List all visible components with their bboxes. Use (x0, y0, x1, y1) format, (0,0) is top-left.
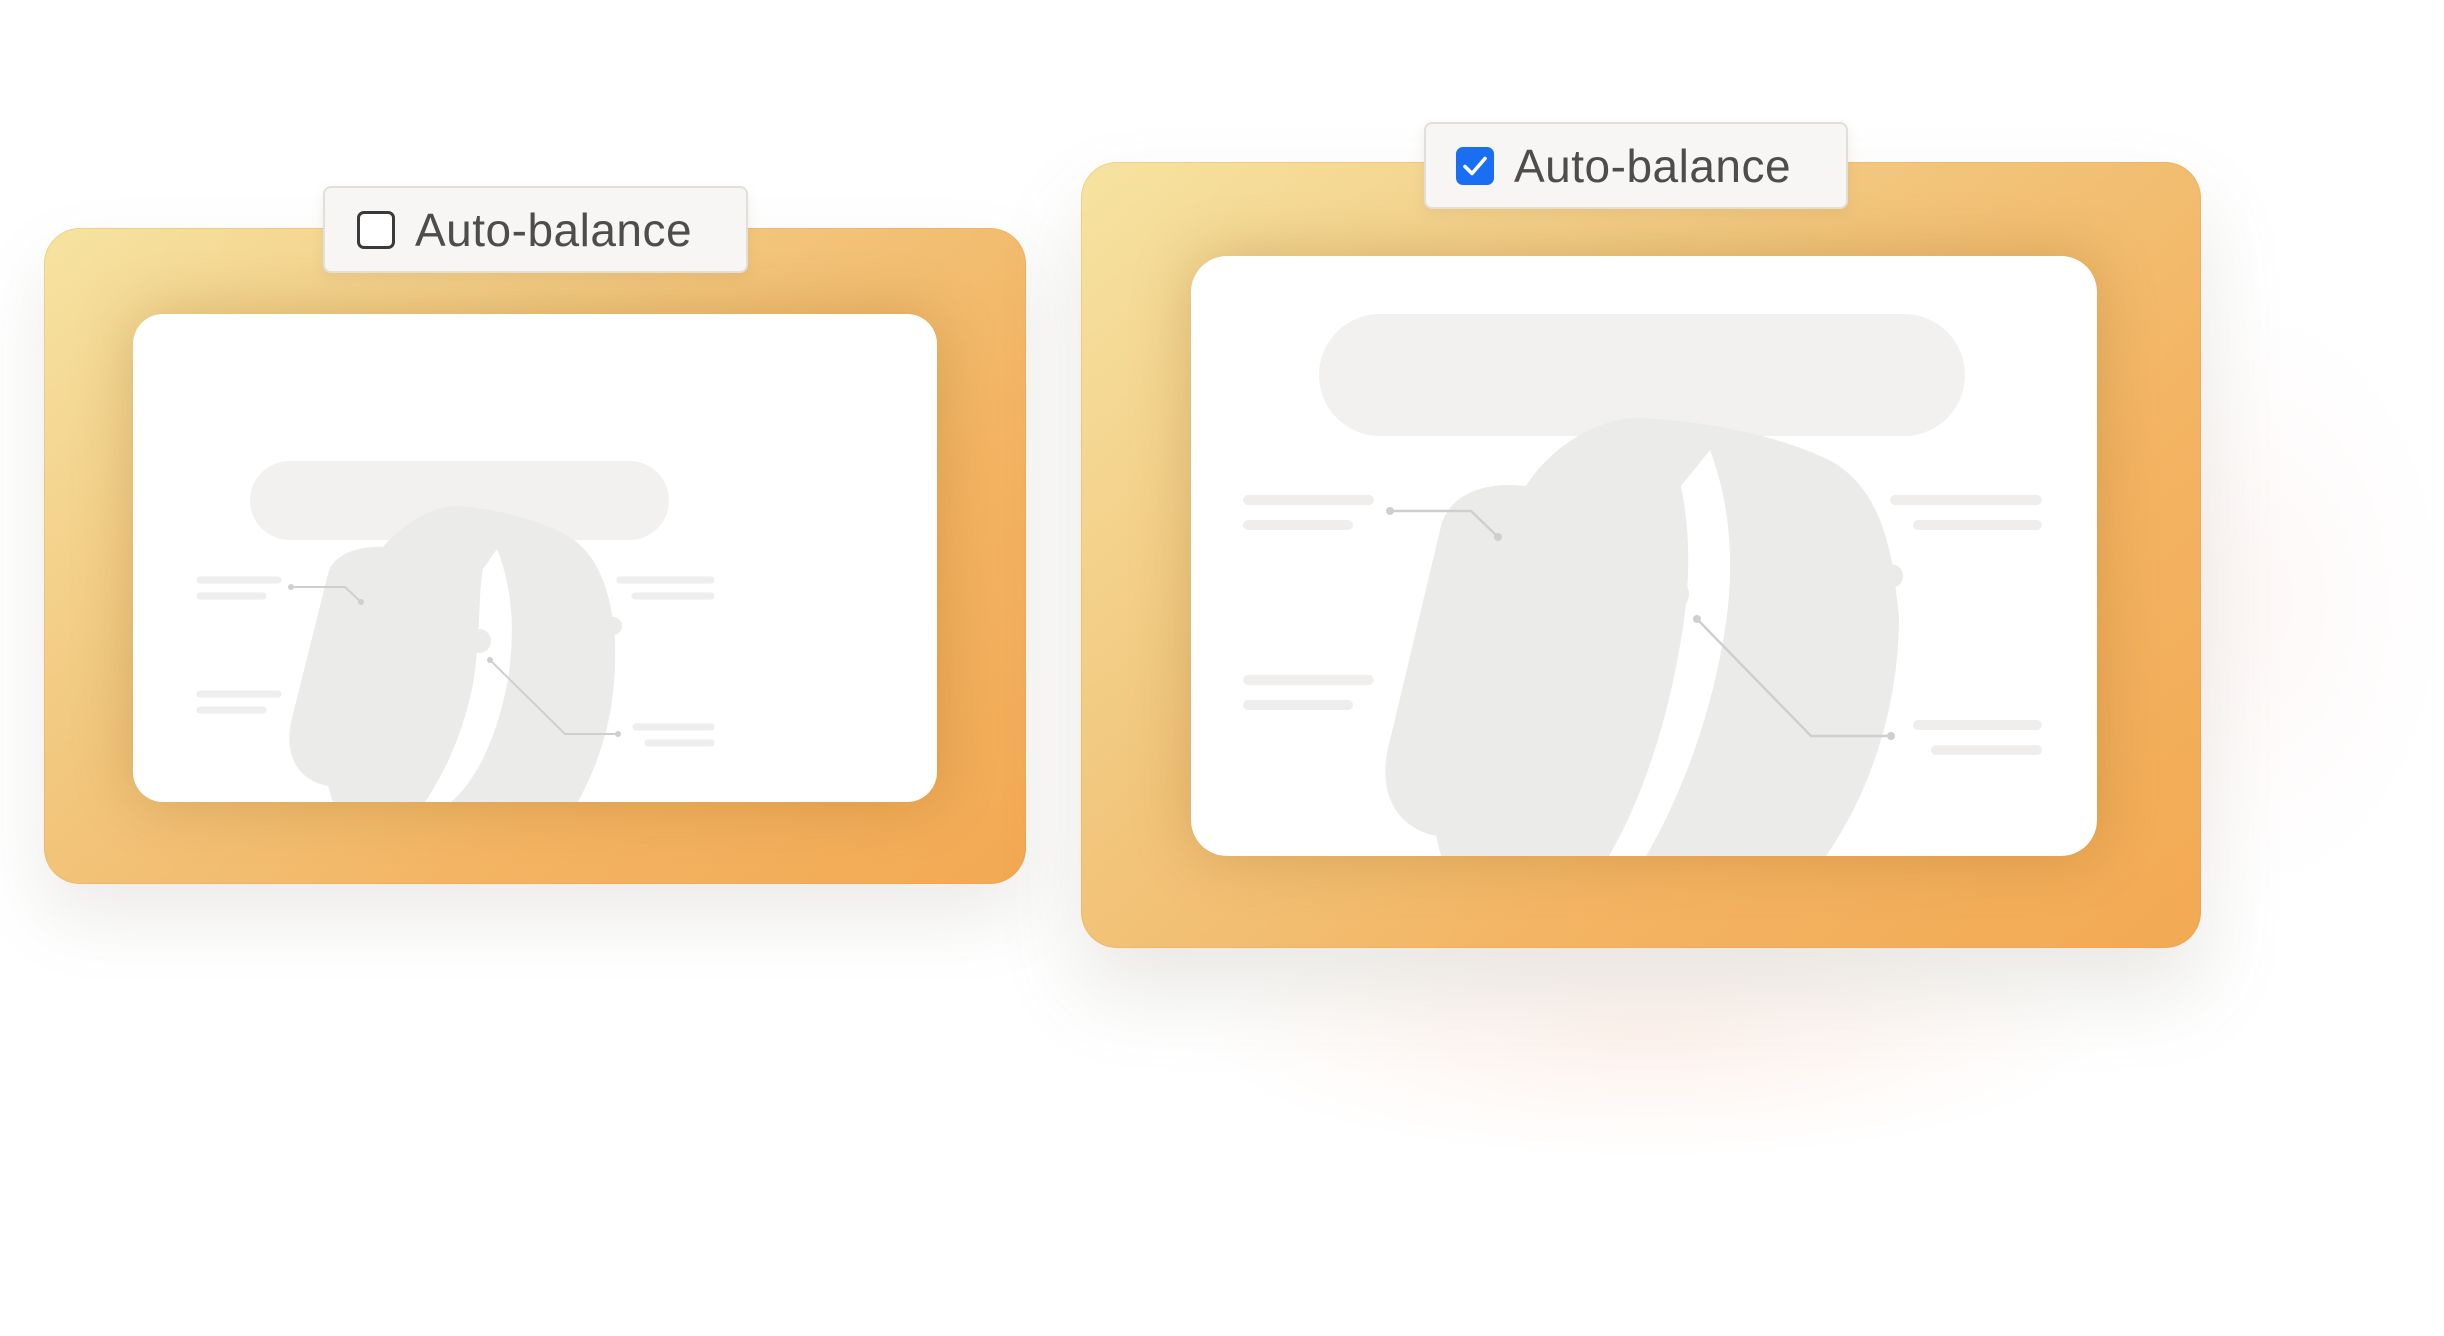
card-balanced-preview (1191, 256, 2097, 856)
watch-button (1653, 576, 1689, 612)
comparison-stage: Auto-balance Auto-balance (0, 0, 2444, 1336)
watch-illustration-icon (1243, 314, 2042, 856)
watch-illustration-icon (196, 461, 715, 802)
watch-crown (1879, 564, 1903, 588)
auto-balance-label: Auto-balance (1514, 139, 1792, 192)
checkbox-box[interactable] (1456, 146, 1494, 185)
auto-balance-label: Auto-balance (415, 203, 693, 256)
watch-button (467, 629, 491, 653)
checkmark-icon (1463, 156, 1487, 175)
title-placeholder-bar (1319, 314, 1965, 436)
watch-crown (604, 617, 622, 635)
auto-balance-checkbox-unchecked[interactable]: Auto-balance (323, 186, 748, 273)
auto-balance-checkbox-checked[interactable]: Auto-balance (1424, 122, 1848, 209)
background-glow (1200, 920, 2100, 1160)
card-unbalanced-preview (133, 314, 937, 802)
checkbox-box[interactable] (357, 210, 395, 249)
